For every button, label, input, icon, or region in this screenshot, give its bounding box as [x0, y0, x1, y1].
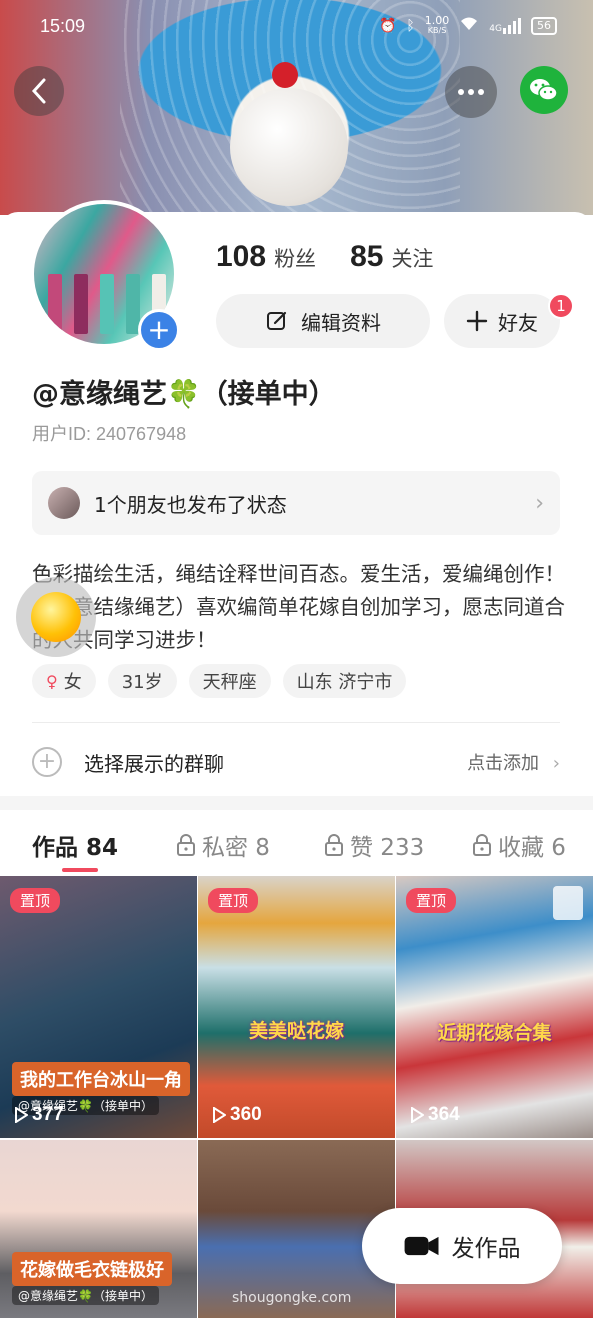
- wifi-icon: [459, 16, 479, 36]
- work-overlay-title: 近期花嫁合集: [437, 1022, 552, 1044]
- friend-label: 好友: [498, 310, 538, 335]
- lock-icon: [325, 834, 343, 856]
- wechat-share-button[interactable]: [520, 66, 568, 114]
- publish-label: 发作品: [451, 1236, 521, 1262]
- edit-profile-label: 编辑资料: [301, 310, 381, 335]
- username: @意缘绳艺🍀（接单中）: [32, 379, 336, 410]
- divider: [32, 722, 560, 723]
- avatar-add-button[interactable]: +: [138, 309, 180, 351]
- edit-profile-button[interactable]: 编辑资料: [216, 294, 430, 348]
- group-chat-label: 选择展示的群聊: [84, 751, 224, 776]
- sun-icon: [31, 592, 81, 642]
- status-icons: ⏰ ᛒ 1.00 KB/S 4G 56: [378, 14, 557, 36]
- tab-private[interactable]: 私密 8: [176, 828, 270, 862]
- follow-label: 关注: [391, 247, 434, 271]
- video-camera-icon: [404, 1236, 438, 1256]
- tag-location: 山东 济宁市: [282, 664, 407, 698]
- profile-tags: ♀ 女 31岁 天秤座 山东 济宁市: [32, 664, 407, 698]
- tab-favorites[interactable]: 收藏 6: [472, 828, 566, 862]
- work-item[interactable]: 花嫁做毛衣链极好 @意缘绳艺🍀（接单中）: [0, 1140, 197, 1318]
- stats-row: 108 粉丝 85 关注: [216, 240, 433, 274]
- content-tabs: 作品 84 私密 8 赞 233 收藏 6: [0, 810, 593, 876]
- publish-work-button[interactable]: 发作品: [362, 1208, 562, 1284]
- plus-icon: [466, 310, 488, 332]
- user-id[interactable]: 用户ID: 240767948: [32, 420, 186, 446]
- avatar-tassel: [48, 274, 62, 334]
- friends-status-text: 1个朋友也发布了状态: [94, 492, 287, 517]
- chevron-right-icon: ›: [535, 490, 544, 516]
- friends-status-row[interactable]: 1个朋友也发布了状态 ›: [32, 471, 560, 535]
- chevron-right-icon: ›: [552, 753, 560, 774]
- view-count: 377: [14, 1104, 64, 1126]
- work-item[interactable]: 置顶 近期花嫁合集 364: [396, 876, 593, 1138]
- view-count: 360: [212, 1104, 262, 1126]
- net-speed: 1.00 KB/S: [424, 14, 450, 35]
- plus-circle-icon: +: [32, 747, 62, 777]
- avatar-tassel: [74, 274, 88, 334]
- group-chat-add-action[interactable]: 点击添加 ›: [467, 749, 560, 775]
- status-bar: 15:09 ⏰ ᛒ 1.00 KB/S 4G 56: [0, 12, 593, 42]
- work-item[interactable]: 置顶 我的工作台冰山一角 @意缘绳艺🍀（接单中） 377: [0, 876, 197, 1138]
- work-cover-title: 我的工作台冰山一角: [12, 1062, 190, 1096]
- edit-icon: [267, 311, 287, 330]
- more-dots-icon: [458, 89, 484, 95]
- alarm-icon: ⏰: [378, 18, 397, 34]
- work-cover-title: 花嫁做毛衣链极好: [12, 1252, 172, 1286]
- tag-age: 31岁: [107, 664, 177, 698]
- group-chat-row[interactable]: + 选择展示的群聊 点击添加 ›: [32, 742, 560, 782]
- battery-icon: 56: [531, 17, 557, 35]
- banner-pearl: [230, 88, 348, 206]
- add-friend-button[interactable]: 好友: [444, 294, 560, 348]
- floating-assistant-ball[interactable]: [16, 577, 96, 657]
- play-icon: [213, 1107, 226, 1123]
- female-icon: ♀: [46, 671, 58, 691]
- plus-icon: +: [147, 313, 171, 346]
- active-tab-indicator: [62, 868, 98, 872]
- work-watermark: @意缘绳艺🍀（接单中）: [12, 1286, 159, 1305]
- fans-stat[interactable]: 108 粉丝: [216, 240, 316, 274]
- pinned-badge: 置顶: [208, 888, 259, 913]
- pinned-badge: 置顶: [10, 888, 61, 913]
- fans-count: 108: [216, 240, 267, 273]
- fans-label: 粉丝: [274, 247, 317, 271]
- work-item[interactable]: 置顶 美美哒花嫁 360: [198, 876, 395, 1138]
- bio-text: 色彩描绘生活，绳结诠释世间百态。爱生活，爱编绳创作！（创意结缘绳艺）喜欢编简单花…: [32, 562, 565, 652]
- wechat-icon: [530, 79, 558, 101]
- bluetooth-icon: ᛒ: [406, 18, 415, 34]
- site-watermark: shougongke.com: [232, 1290, 352, 1306]
- friend-notification-badge: 1: [548, 293, 574, 319]
- follow-count: 85: [350, 240, 384, 273]
- play-icon: [15, 1107, 28, 1123]
- play-icon: [411, 1107, 424, 1123]
- section-gap: [0, 796, 593, 810]
- back-button[interactable]: [14, 66, 64, 116]
- banner-red-bead: [272, 62, 298, 88]
- tab-likes[interactable]: 赞 233: [324, 828, 424, 862]
- lock-icon: [473, 834, 491, 856]
- lock-icon: [177, 834, 195, 856]
- work-overlay-title: 美美哒花嫁: [248, 1020, 344, 1042]
- signal-icon: 4G: [489, 18, 521, 34]
- avatar-tassel: [100, 274, 114, 334]
- view-count: 364: [410, 1104, 460, 1126]
- tag-gender: ♀ 女: [32, 664, 96, 698]
- tag-zodiac: 天秤座: [188, 664, 271, 698]
- tab-works[interactable]: 作品 84: [32, 828, 118, 862]
- status-time: 15:09: [40, 16, 86, 36]
- pinned-badge: 置顶: [406, 888, 457, 913]
- multi-image-icon: [553, 886, 583, 920]
- more-button[interactable]: [445, 66, 497, 118]
- follow-stat[interactable]: 85 关注: [350, 240, 433, 274]
- chevron-left-icon: [31, 78, 46, 104]
- friend-avatar: [48, 487, 80, 519]
